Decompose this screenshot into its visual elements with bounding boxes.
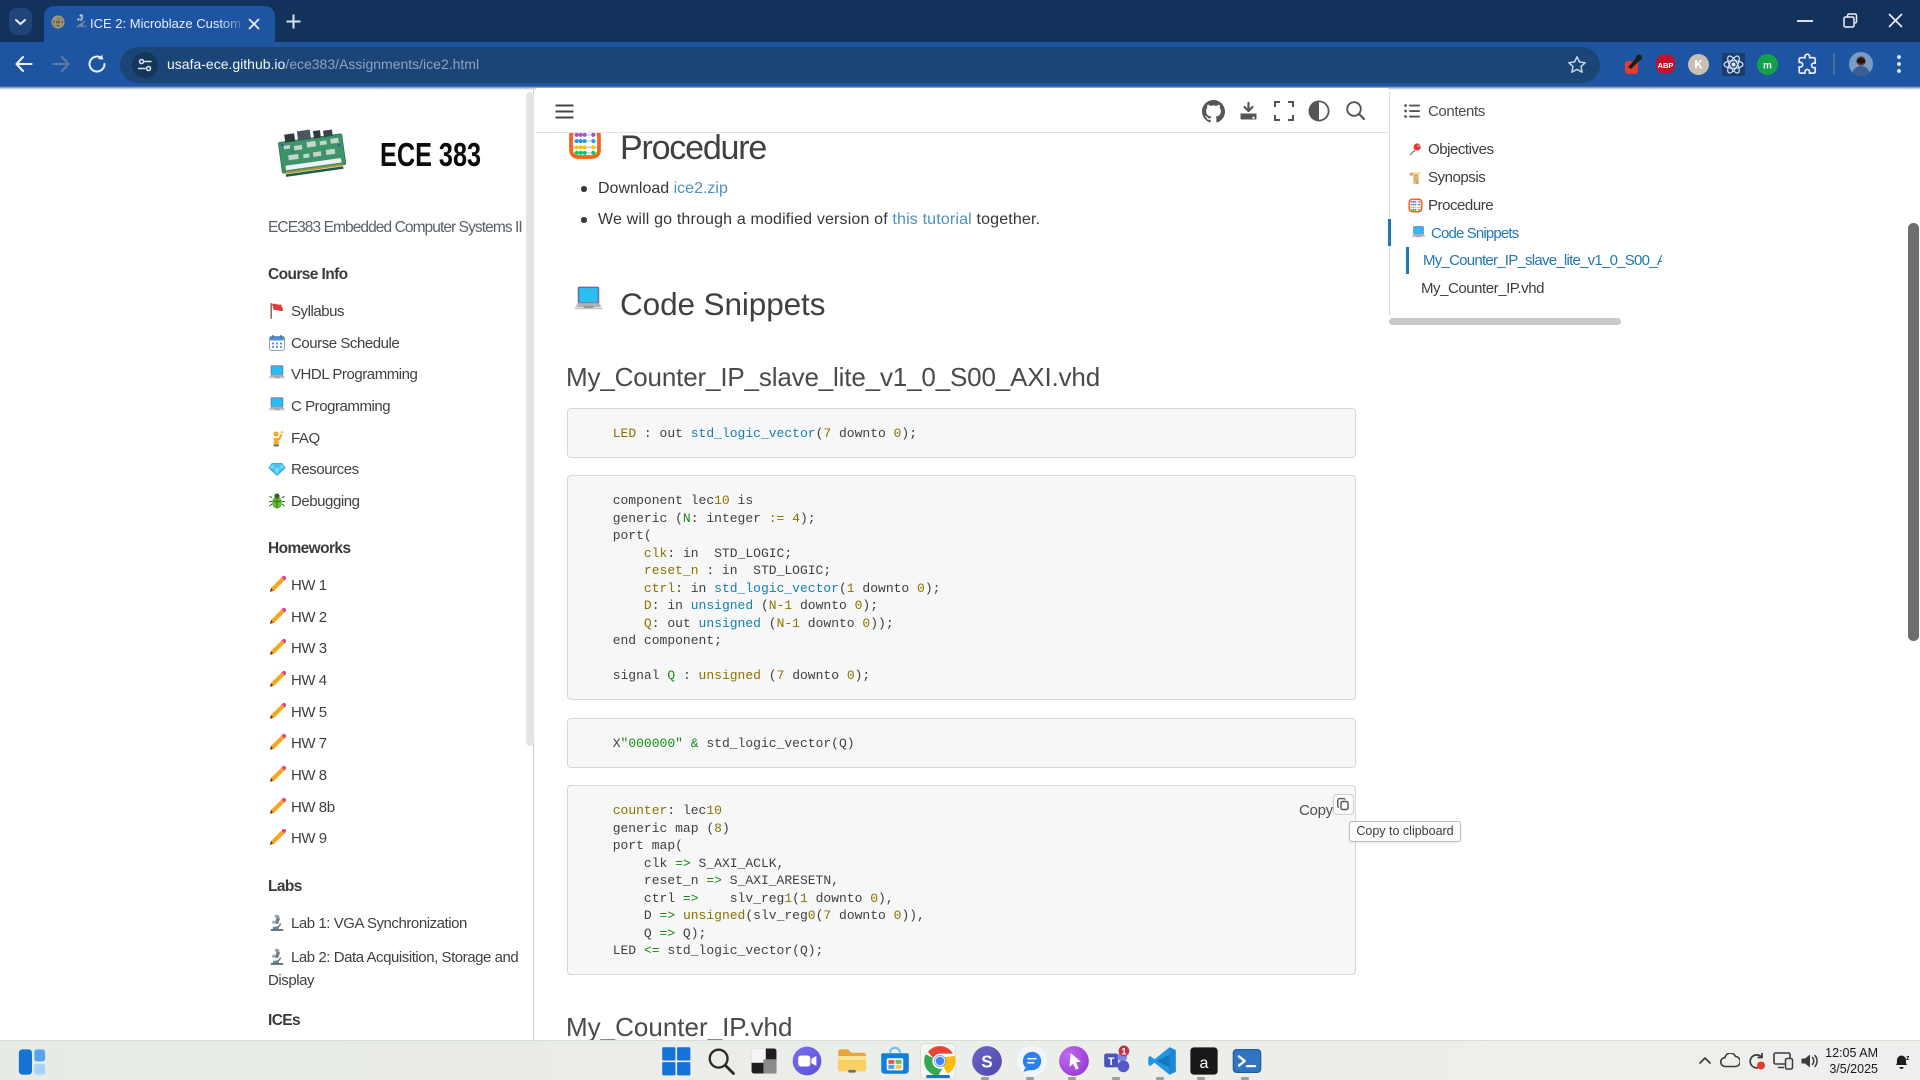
svg-text:S: S [981,1051,992,1071]
svg-text:z: z [1906,1055,1910,1062]
svg-text:K: K [1694,60,1703,72]
svg-text:T: T [1108,1056,1115,1068]
svg-text:1: 1 [1121,1046,1126,1056]
svg-text:a: a [1200,1055,1209,1072]
svg-text:ABP: ABP [1658,61,1674,70]
svg-text:m: m [1763,60,1772,71]
